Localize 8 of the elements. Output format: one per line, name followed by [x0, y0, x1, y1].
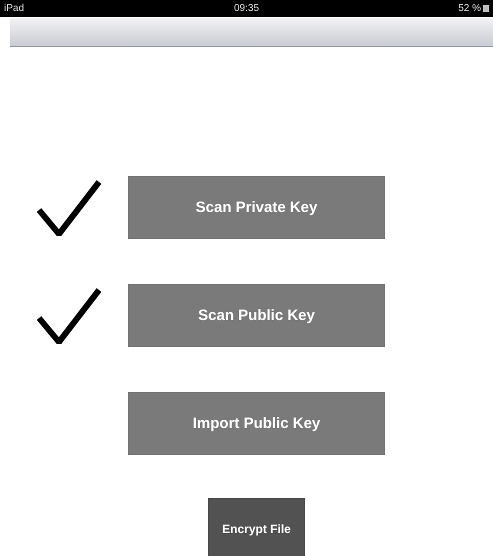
encrypt-button[interactable]: Encrypt File [208, 498, 305, 556]
battery-icon [483, 5, 489, 12]
key-button[interactable]: Scan Public Key [128, 284, 385, 347]
battery-level: 52 % [458, 3, 481, 14]
key-button[interactable]: Import Public Key [128, 392, 385, 455]
key-button[interactable]: Scan Private Key [128, 176, 385, 239]
clock: 09:35 [234, 3, 260, 14]
device-name: iPad [4, 3, 24, 14]
